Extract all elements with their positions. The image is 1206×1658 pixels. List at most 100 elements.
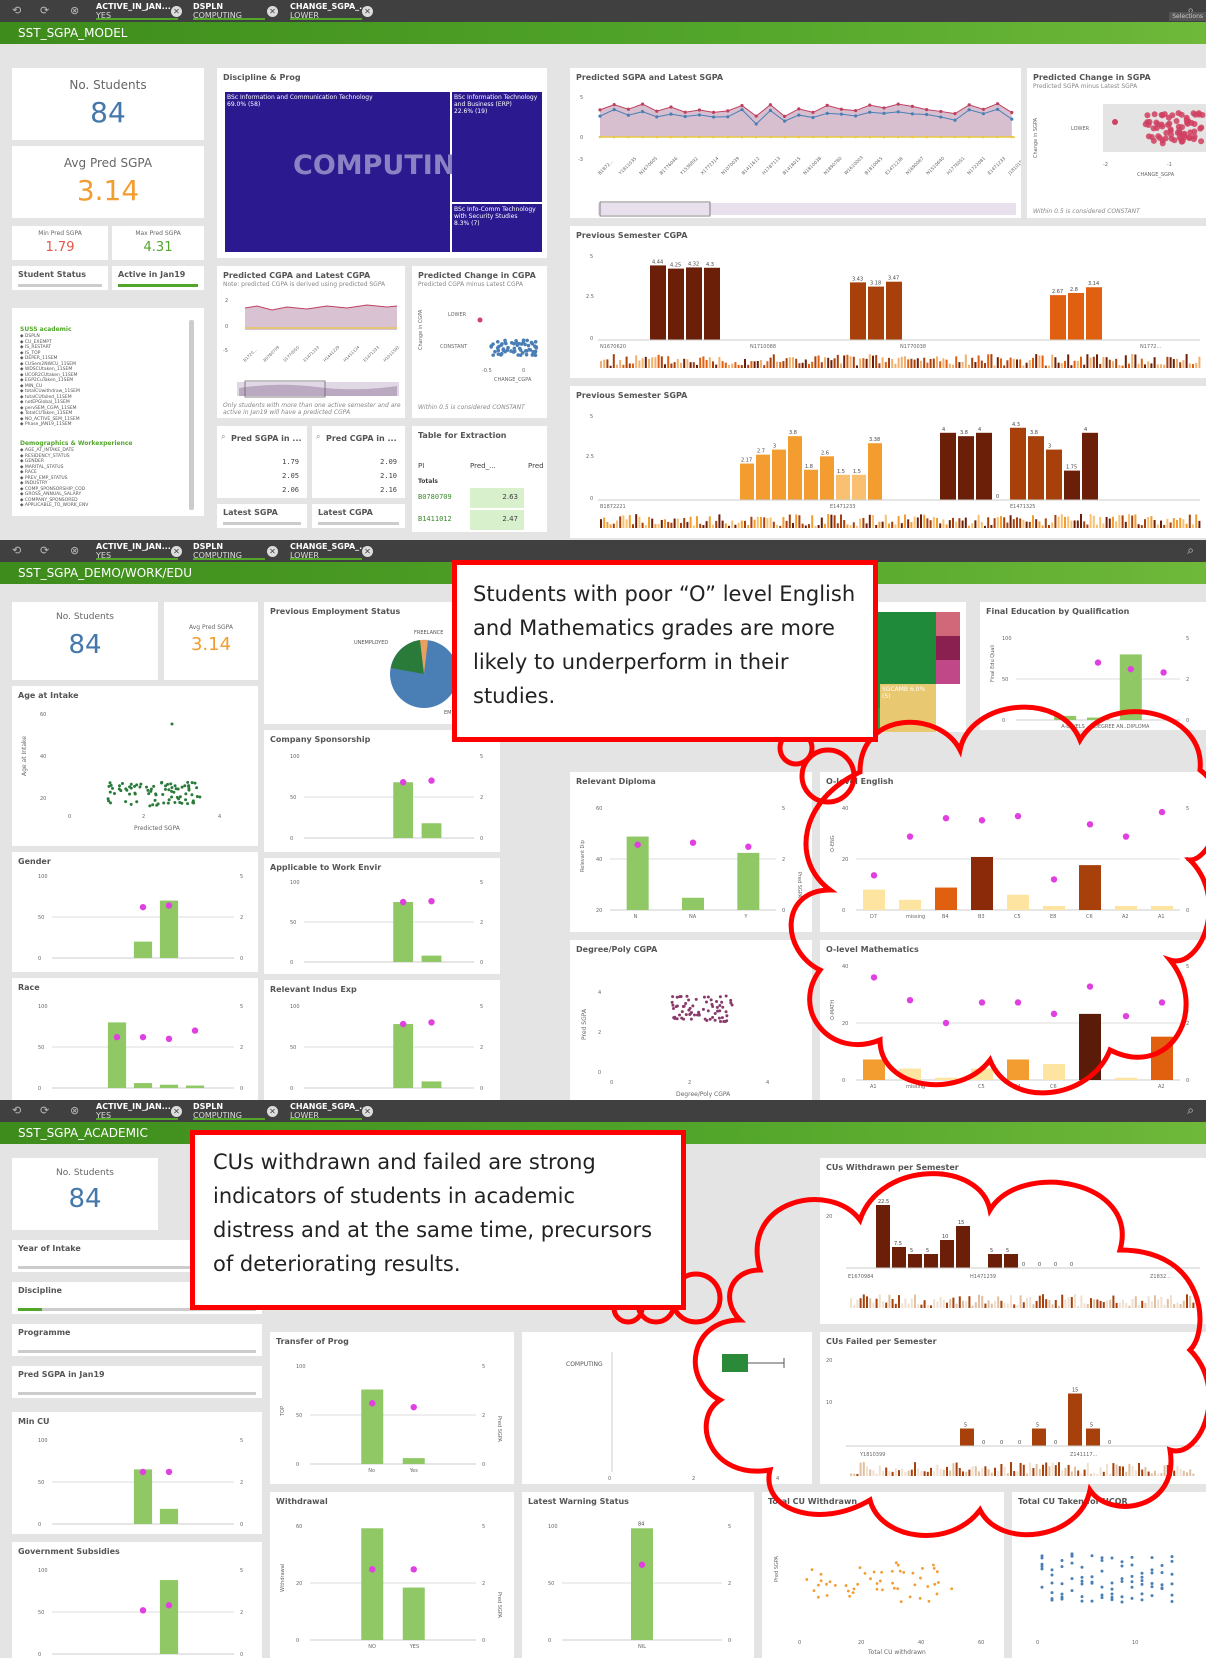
total-cu-scatter[interactable]: Pred SGPA Total CU withdrawn 0 20 40 60 (762, 1492, 1004, 1658)
treemap-block[interactable] (936, 660, 960, 684)
treemap-block[interactable]: BSc Information Technology and Business … (452, 92, 542, 202)
clear-filter-icon[interactable]: ✕ (362, 1106, 373, 1117)
extraction-table[interactable]: Table for Extraction PI Pred_... Pred To… (412, 426, 547, 532)
field-list-item[interactable]: ◆ WDSCUtaken_11SEM (20, 367, 80, 373)
clear-filter-icon[interactable]: ✕ (267, 1106, 278, 1117)
table-row[interactable]: 2.05 (282, 472, 299, 480)
filter-change-sgpa[interactable]: CHANGE_SGPA_... LOWER (290, 1102, 368, 1120)
box[interactable] (722, 1354, 748, 1372)
filter-change-sgpa[interactable]: CHANGE_SGPA_... LOWER (290, 542, 368, 560)
prev-sgpa-bar-chart[interactable]: 5 2.5 0 2.172.733.81.82.61.5 1.53.3843.84… (570, 386, 1206, 538)
cu-failed-bar-chart[interactable]: 50 0 05015502010Y1810399 Z141117... (820, 1332, 1206, 1484)
race-combo-chart[interactable]: 100500520 (12, 978, 258, 1100)
gender-combo-chart[interactable]: 100500520 (12, 852, 258, 972)
filter-latest-sgpa[interactable]: Latest SGPA (217, 504, 307, 528)
field-list-item[interactable]: ◆ TotalCUTaken_11SEM (20, 411, 80, 417)
clear-filter-icon[interactable]: ✕ (267, 546, 278, 557)
indus-combo-chart[interactable]: 100500520 (264, 980, 500, 1100)
clear-filter-icon[interactable]: ✕ (171, 1106, 182, 1117)
treemap-block[interactable]: BSc Info-Comm Technology with Security S… (452, 204, 542, 252)
cell-id[interactable]: B0780709 (418, 493, 452, 501)
field-list-panel[interactable]: SUSS academic ◆ DSPLN ◆ CU_EXEMPT ◆ IS_RES… (12, 308, 204, 516)
forward-icon[interactable]: ⟳ (40, 1104, 49, 1117)
filter-latest-cgpa[interactable]: Latest CGPA (312, 504, 405, 528)
filter-active-in-jan[interactable]: ACTIVE_IN_JAN... YES (96, 2, 178, 20)
filter-pred-sgpa-jan19[interactable]: Pred SGPA in Jan19 (12, 1366, 262, 1398)
column-header[interactable]: Pred_... (470, 462, 496, 470)
cgpa-line-chart[interactable]: 2 0 -5 B1720... B0780709 S1770050 E1471233 H… (217, 290, 405, 400)
treemap-block[interactable]: BSc Information and Communication Techno… (225, 92, 478, 252)
search-icon[interactable]: ⌕ (221, 432, 225, 442)
table-row[interactable]: B1411012 2.47 (412, 510, 547, 530)
treemap-block[interactable] (936, 612, 960, 636)
filter-dspln[interactable]: DSPLN COMPUTING (193, 1102, 265, 1120)
field-list[interactable]: ◆ AGE_AT_INTAKE_DATE ◆ RESIDENCY_STATUS ◆ … (20, 448, 88, 509)
sgpa-line-chart[interactable]: 5 0 -3 B1872... Y1811035 N1670605 B1776046 Y… (570, 73, 1021, 218)
scrollbar[interactable] (189, 320, 194, 510)
clear-selections-icon[interactable]: ⊗ (70, 4, 79, 17)
table-row[interactable]: 2.09 (380, 458, 397, 466)
table-row[interactable]: 1.79 (282, 458, 299, 466)
change-cgpa-scatter[interactable]: Change in CGPA LOWER CONSTANT -0.5 0 CHA… (412, 290, 547, 400)
field-list[interactable]: ◆ DSPLN ◆ CU_EXEMPT ◆ IS_RESTART ◆ IS_TOP ◆ … (20, 334, 80, 428)
min-cu-combo-chart[interactable]: 100500520 (12, 1412, 262, 1534)
selections-tab[interactable]: Selections (1169, 12, 1206, 21)
cu-withdrawn-bar-chart[interactable]: 22.57.55 510155 50 0 0 020E1670984 H1471239 Z18… (820, 1158, 1206, 1324)
pred-cgpa-table[interactable]: Pred CGPA in ... ⌕ 2.09 2.10 2.16 (312, 426, 405, 498)
scroll-minimap[interactable] (598, 203, 1016, 215)
gov-combo-chart[interactable]: 100500520 (12, 1542, 262, 1658)
ucor-scatter[interactable]: 0 10 (1012, 1492, 1206, 1658)
search-icon[interactable]: ⌕ (1187, 543, 1194, 558)
diploma-combo-chart[interactable]: Relevant Dip Pred SGPA 604020520N NA Y (570, 772, 812, 932)
table-row[interactable]: 2.06 (282, 486, 299, 494)
withdrawal-combo-chart[interactable]: Withdrawal Pred SGPA 60200520NO YES (270, 1492, 514, 1658)
degree-scatter[interactable]: Pred SGPA Degree/Poly CGPA 0 2 4 4 2 0 (570, 940, 812, 1100)
company-combo-chart[interactable]: 100500520 (264, 730, 500, 852)
field-list-item[interactable]: ◆ APPLICABLE_TO_WORK_ENV (20, 503, 88, 509)
olevel-english-chart[interactable]: O-ENG 40200520D7 missing B4 B3 C5 E8 C6 A2 A1 (820, 772, 1206, 932)
back-icon[interactable]: ⟲ (12, 4, 21, 17)
table-row[interactable]: 2.16 (380, 486, 397, 494)
filter-student-status[interactable]: Student Status (12, 266, 108, 290)
prev-cgpa-bar-chart[interactable]: 5 2.5 0 4.444.25 4.32 4.33.433.183.472.67 2… (570, 226, 1206, 378)
forward-icon[interactable]: ⟳ (40, 4, 49, 17)
warning-combo-chart[interactable]: 100500520NIL84 (522, 1492, 754, 1658)
clear-filter-icon[interactable]: ✕ (362, 6, 373, 17)
clear-filter-icon[interactable]: ✕ (362, 546, 373, 557)
filter-change-sgpa[interactable]: CHANGE_SGPA_... LOWER (290, 2, 368, 20)
table-row[interactable]: B0780709 2.63 (412, 488, 547, 508)
transfer-combo-chart[interactable]: TOP Pred SGPA 100500520No Yes (270, 1332, 514, 1484)
back-icon[interactable]: ⟲ (12, 1104, 21, 1117)
filter-active-in-jan[interactable]: ACTIVE_IN_JAN... YES (96, 1102, 178, 1120)
field-list-item[interactable]: ◆ totalCUwithdraw_11SEM (20, 389, 80, 395)
filter-active-jan19[interactable]: Active in Jan19 (112, 266, 204, 290)
cell-id[interactable]: B1411012 (418, 515, 452, 523)
clear-selections-icon[interactable]: ⊗ (70, 544, 79, 557)
clear-selections-icon[interactable]: ⊗ (70, 1104, 79, 1117)
boxplot-chart[interactable]: COMPUTING 0 2 4 (522, 1332, 812, 1484)
clear-filter-icon[interactable]: ✕ (171, 546, 182, 557)
forward-icon[interactable]: ⟳ (40, 544, 49, 557)
pred-sgpa-table[interactable]: Pred SGPA in ... ⌕ 1.79 2.05 2.06 (217, 426, 307, 498)
change-sgpa-scatter[interactable]: Change in SGPA LOWER -2 -1 CHANGE_SGPA (1027, 88, 1206, 208)
final-edu-combo-chart[interactable]: Final Edu Quali 100500520A-LEVELS DEGREE … (980, 602, 1206, 730)
filter-dspln[interactable]: DSPLN COMPUTING (193, 2, 265, 20)
table-row[interactable]: 2.10 (380, 472, 397, 480)
filter-programme[interactable]: Programme (12, 1324, 262, 1356)
back-icon[interactable]: ⟲ (12, 544, 21, 557)
filter-active-in-jan[interactable]: ACTIVE_IN_JAN... YES (96, 542, 178, 560)
applicable-combo-chart[interactable]: 100500520 (264, 858, 500, 974)
field-list-item[interactable]: ◆ Phase_JAN19_11SEM (20, 422, 80, 428)
age-scatter[interactable]: Age at Intake 60 40 20 0 2 4 Predicted S… (12, 696, 258, 846)
search-icon[interactable]: ⌕ (316, 432, 320, 442)
column-header[interactable]: PI (418, 462, 424, 470)
olevel-math-chart[interactable]: O-MATH 40200520A1 missing C5 B4 C6 A2 (820, 940, 1206, 1100)
treemap-block[interactable] (936, 636, 960, 660)
scatter-point[interactable] (477, 317, 483, 323)
clear-filter-icon[interactable]: ✕ (171, 6, 182, 17)
column-header[interactable]: Pred (528, 462, 544, 470)
filter-dspln[interactable]: DSPLN COMPUTING (193, 542, 265, 560)
search-icon[interactable]: ⌕ (1187, 1103, 1194, 1118)
field-list-item[interactable]: ◆ GROSS_ANNUAL_SALARY (20, 492, 88, 498)
treemap-block[interactable]: SGCAMB 6.0% (5) (880, 684, 936, 732)
